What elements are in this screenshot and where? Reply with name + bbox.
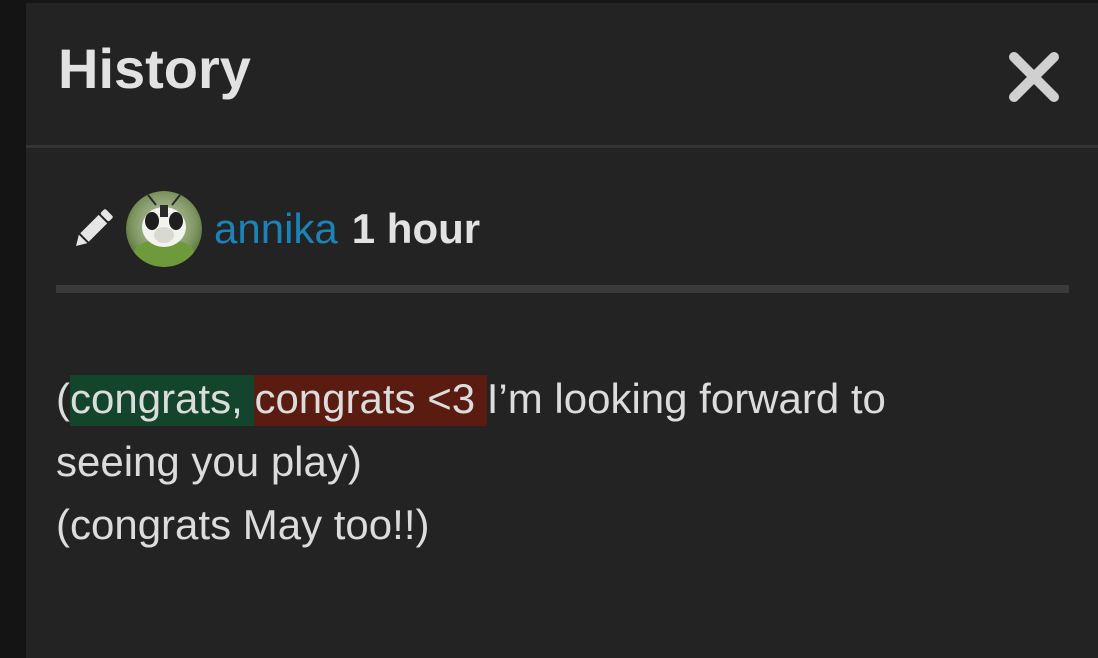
revision-time: 1 hour (351, 205, 481, 252)
diff-open-paren: ( (56, 375, 70, 422)
diff-removed-text: congrats <3 (254, 375, 487, 426)
history-modal: History annika 1 hour (congrats, congrat… (26, 3, 1098, 658)
diff-text-line2: seeing you play) (56, 438, 362, 485)
diff-content: (congrats, congrats <3 I’m looking forwa… (56, 367, 1056, 556)
diff-added-text: congrats, (70, 375, 255, 426)
revision-entry: annika 1 hour (56, 189, 1069, 293)
avatar[interactable] (126, 191, 202, 267)
author-link[interactable]: annika (214, 205, 338, 253)
close-button[interactable] (1008, 51, 1060, 103)
page-backdrop (0, 0, 26, 658)
close-icon (1009, 52, 1059, 102)
modal-header: History (26, 3, 1098, 148)
modal-title: History (58, 37, 251, 100)
pencil-icon (68, 204, 118, 254)
revision-divider (56, 285, 1069, 293)
diff-text-line1: I’m looking forward to (486, 375, 886, 422)
diff-text-line3: (congrats May too!!) (56, 501, 430, 548)
revision-meta: annika 1 hour (56, 189, 480, 269)
